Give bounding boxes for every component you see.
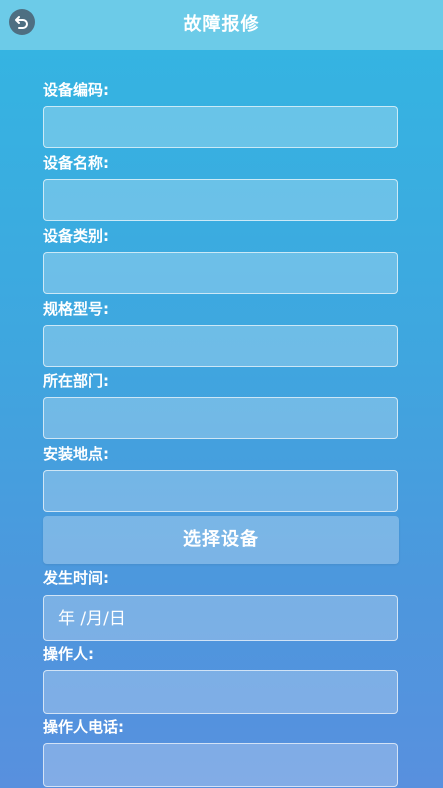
equipment-name-label: 设备名称: [43, 154, 109, 172]
select-equipment-button[interactable]: 选择设备 [43, 516, 399, 564]
operator-input[interactable] [43, 670, 398, 714]
header-bar: 故障报修 [0, 0, 443, 50]
install-location-input[interactable] [43, 470, 398, 512]
occurrence-date-input[interactable]: 年 /月/日 [43, 595, 398, 641]
page-title: 故障报修 [183, 14, 260, 35]
equipment-category-label: 设备类别: [43, 227, 109, 245]
install-location-label: 安装地点: [43, 445, 109, 463]
model-spec-label: 规格型号: [43, 300, 109, 318]
department-label: 所在部门: [43, 372, 109, 390]
equipment-code-input[interactable] [43, 106, 398, 148]
equipment-name-input[interactable] [43, 179, 398, 221]
equipment-code-label: 设备编码: [43, 81, 109, 99]
operator-phone-input[interactable] [43, 743, 398, 787]
operator-label: 操作人: [43, 645, 94, 663]
equipment-category-input[interactable] [43, 252, 398, 294]
department-input[interactable] [43, 397, 398, 439]
operator-phone-label: 操作人电话: [43, 718, 124, 736]
model-spec-input[interactable] [43, 325, 398, 367]
occurrence-time-label: 发生时间: [43, 569, 109, 587]
